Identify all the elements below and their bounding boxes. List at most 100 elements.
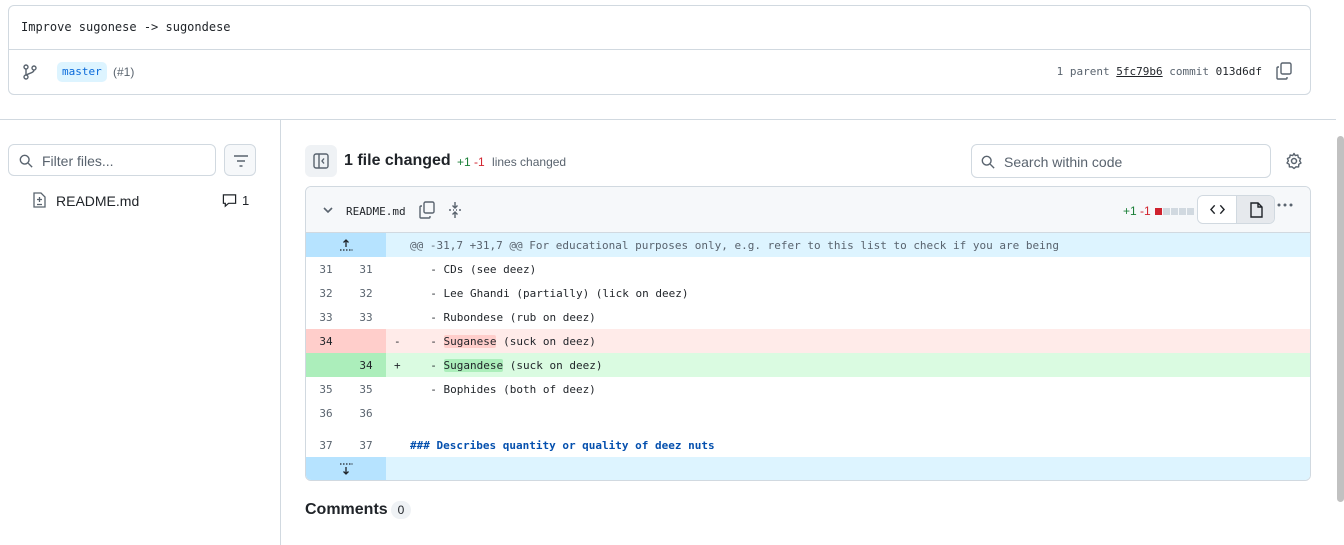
- old-line-number[interactable]: 35: [306, 377, 346, 401]
- diff-line: 36 36: [306, 401, 1310, 425]
- old-line-number[interactable]: 34: [306, 329, 346, 353]
- code-view-button[interactable]: [1198, 196, 1237, 223]
- parent-info: 1 parent 5fc79b6 commit 013d6df: [1057, 65, 1262, 78]
- line-content: - Sugandese (suck on deez): [417, 359, 602, 372]
- new-line-number[interactable]: 35: [346, 377, 386, 401]
- new-line-number[interactable]: 31: [346, 257, 386, 281]
- diff-line: 32 32 - Lee Ghandi (partially) (lick on …: [306, 281, 1310, 305]
- file-view-button[interactable]: [1237, 196, 1274, 223]
- search-code-input[interactable]: Search within code: [971, 144, 1271, 178]
- comments-count-badge: 0: [391, 501, 411, 519]
- deletion-marker: -: [394, 335, 401, 348]
- search-code-placeholder: Search within code: [1004, 154, 1123, 170]
- diffstat: +1 -1: [1123, 204, 1195, 218]
- view-toggle: [1197, 195, 1275, 224]
- diffstat-block-deleted: [1155, 208, 1163, 215]
- fold-up-icon: [340, 239, 353, 251]
- line-content: - Bophides (both of deez): [417, 383, 596, 396]
- hunk-header-row: @@ -31,7 +31,7 @@ For educational purpos…: [306, 233, 1310, 257]
- old-line-number: [306, 353, 346, 377]
- old-line-number[interactable]: 32: [306, 281, 346, 305]
- hunk-header-text: @@ -31,7 +31,7 @@ For educational purpos…: [410, 239, 1060, 252]
- filter-files-input[interactable]: Filter files...: [8, 144, 216, 176]
- diffstat-block-neutral: [1171, 208, 1179, 215]
- diffstat-block-neutral: [1163, 208, 1171, 215]
- sidebar-divider: [280, 120, 281, 545]
- filter-icon: [234, 155, 248, 167]
- line-rest: (suck on deez): [503, 359, 603, 372]
- scrollbar-thumb[interactable]: [1337, 136, 1344, 502]
- file-diff-icon: [33, 192, 46, 208]
- comments-heading: Comments: [305, 501, 388, 518]
- pr-reference[interactable]: (#1): [113, 65, 134, 79]
- line-content: - Lee Ghandi (partially) (lick on deez): [417, 287, 689, 300]
- diff-line: 33 33 - Rubondese (rub on deez): [306, 305, 1310, 329]
- diff-line: 31 31 - CDs (see deez): [306, 257, 1310, 281]
- old-line-number[interactable]: 31: [306, 257, 346, 281]
- diff-lines: @@ -31,7 +31,7 @@ For educational purpos…: [306, 233, 1310, 480]
- file-comment-count: 1: [242, 193, 250, 208]
- search-icon: [981, 155, 995, 169]
- word-deletion-highlight: Suganese: [443, 335, 497, 348]
- lines-changed-label: lines changed: [492, 155, 567, 169]
- expand-all-icon[interactable]: [448, 201, 462, 219]
- branch-tag[interactable]: master: [57, 62, 107, 82]
- lines-changed-summary: +1 -1 lines changed: [457, 155, 566, 169]
- diff-line: 35 35 - Bophides (both of deez): [306, 377, 1310, 401]
- new-line-number[interactable]: 33: [346, 305, 386, 329]
- line-content: - Rubondese (rub on deez): [417, 311, 596, 324]
- new-line-number[interactable]: 36: [346, 401, 386, 425]
- section-divider: [0, 119, 1336, 120]
- line-prefix: -: [417, 359, 444, 372]
- additions-count: +1: [457, 155, 471, 169]
- commit-hash: 013d6df: [1215, 65, 1262, 78]
- expand-up-button[interactable]: [306, 233, 386, 257]
- line-content: - CDs (see deez): [417, 263, 537, 276]
- file-diff: README.md +1 -1 @@ -31,7 +31,7 @@ For ed…: [305, 186, 1311, 481]
- file-tree-item[interactable]: README.md 1: [32, 190, 256, 212]
- line-content: ### Describes quantity or quality of dee…: [410, 439, 715, 452]
- diff-file-name[interactable]: README.md: [346, 205, 406, 218]
- sidebar-collapse-icon: [313, 153, 329, 169]
- old-line-number[interactable]: 37: [306, 425, 346, 457]
- filter-files-placeholder: Filter files...: [42, 153, 114, 169]
- gear-icon[interactable]: [1285, 152, 1303, 170]
- file-icon: [1250, 202, 1263, 218]
- file-diff-header: README.md +1 -1: [306, 187, 1310, 233]
- deletions-count: -1: [474, 155, 485, 169]
- file-tree-item-name: README.md: [56, 193, 140, 209]
- new-line-number[interactable]: 37: [346, 425, 386, 457]
- files-changed-title: 1 file changed: [344, 152, 451, 169]
- new-line-number[interactable]: 34: [346, 353, 386, 377]
- code-icon: [1210, 204, 1225, 215]
- new-line-number[interactable]: 32: [346, 281, 386, 305]
- expand-down-button[interactable]: [306, 457, 386, 480]
- copy-icon[interactable]: [1276, 62, 1292, 80]
- old-line-number[interactable]: 36: [306, 401, 346, 425]
- expand-footer-row: [306, 457, 1310, 480]
- kebab-horizontal-icon[interactable]: [1277, 203, 1293, 207]
- commit-message: Improve sugonese -> sugondese: [9, 6, 1310, 50]
- commit-label: commit: [1169, 65, 1210, 78]
- git-branch-icon: [23, 64, 37, 80]
- line-prefix: -: [417, 335, 444, 348]
- filter-options-button[interactable]: [224, 144, 256, 176]
- diff-line-deleted: 34 - - Suganese (suck on deez): [306, 329, 1310, 353]
- diffstat-block-neutral: [1187, 208, 1195, 215]
- parent-label: 1 parent: [1056, 65, 1110, 78]
- line-content: - Suganese (suck on deez): [417, 335, 596, 348]
- diffstat-deletions: -1: [1140, 204, 1151, 218]
- old-line-number[interactable]: 33: [306, 305, 346, 329]
- fold-down-icon: [340, 463, 353, 475]
- parent-hash-link[interactable]: 5fc79b6: [1116, 65, 1162, 78]
- toggle-sidebar-button[interactable]: [305, 145, 337, 177]
- search-icon: [19, 154, 33, 168]
- diff-line-added: 34 + - Sugandese (suck on deez): [306, 353, 1310, 377]
- addition-marker: +: [394, 359, 401, 372]
- commit-header: Improve sugonese -> sugondese master (#1…: [8, 5, 1311, 95]
- comment-icon: [222, 194, 237, 208]
- chevron-down-icon[interactable]: [322, 204, 334, 216]
- diffstat-additions: +1: [1123, 204, 1137, 218]
- copy-icon[interactable]: [419, 201, 435, 219]
- word-addition-highlight: Sugandese: [443, 359, 504, 372]
